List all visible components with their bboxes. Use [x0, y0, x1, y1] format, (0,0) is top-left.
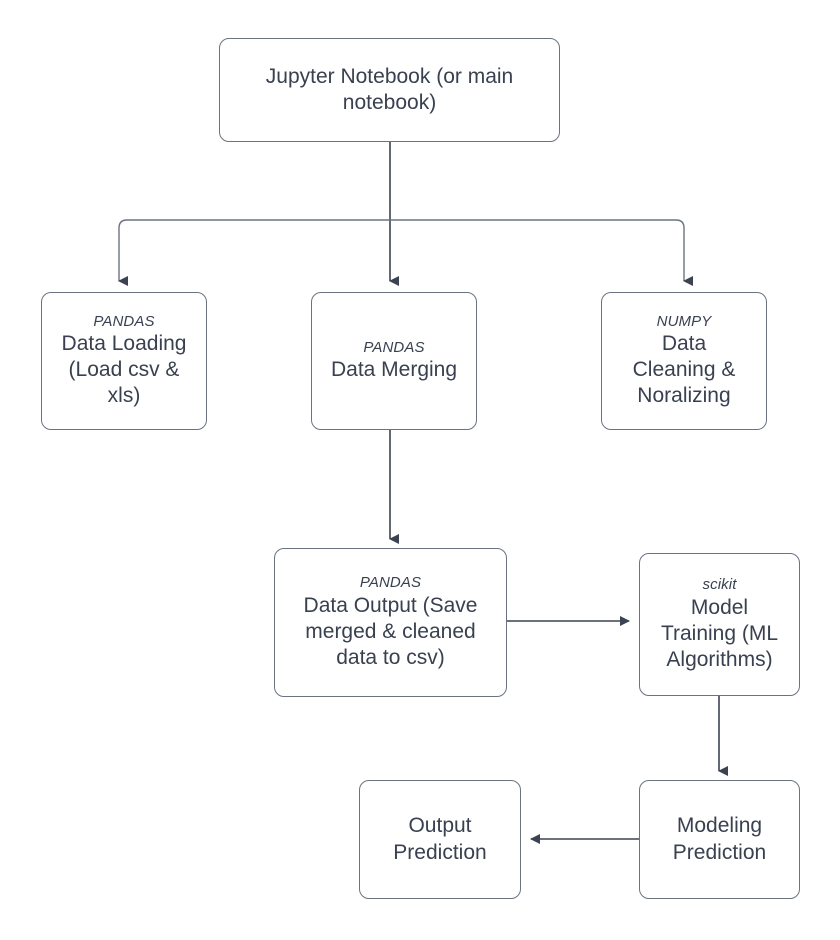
node-title: Output Prediction [393, 814, 487, 864]
node-library-label: NUMPY [656, 312, 712, 330]
node-data-cleaning[interactable]: NUMPY Data Cleaning & Noralizing [601, 292, 767, 430]
edge-notebook-to-data-loading [118, 219, 390, 286]
node-model-training[interactable]: scikit Model Training (ML Algorithms) [639, 553, 800, 696]
node-modeling-prediction[interactable]: Modeling Prediction [639, 780, 800, 899]
node-title: Data Cleaning & Noralizing [632, 332, 736, 408]
node-title: Data Loading (Load csv & xls) [61, 332, 187, 408]
node-data-merging[interactable]: PANDAS Data Merging [311, 292, 477, 430]
edge-notebook-to-data-cleaning [390, 219, 693, 286]
node-title: Data Output (Save merged & cleaned data … [303, 593, 478, 669]
node-data-output[interactable]: PANDAS Data Output (Save merged & cleane… [274, 548, 507, 697]
node-library-label: scikit [702, 576, 737, 594]
node-library-label: PANDAS [363, 338, 425, 356]
flowchart-canvas: Jupyter Notebook (or main notebook) PAND… [0, 0, 840, 940]
node-title: Jupyter Notebook (or main notebook) [265, 64, 514, 114]
node-title: Model Training (ML Algorithms) [660, 595, 779, 671]
node-library-label: PANDAS [93, 312, 155, 330]
node-title: Modeling Prediction [672, 814, 767, 864]
node-library-label: PANDAS [359, 574, 422, 592]
node-output-prediction[interactable]: Output Prediction [359, 780, 521, 899]
node-jupyter-notebook[interactable]: Jupyter Notebook (or main notebook) [219, 38, 560, 142]
node-data-loading[interactable]: PANDAS Data Loading (Load csv & xls) [41, 292, 207, 430]
node-title: Data Merging [330, 358, 458, 382]
